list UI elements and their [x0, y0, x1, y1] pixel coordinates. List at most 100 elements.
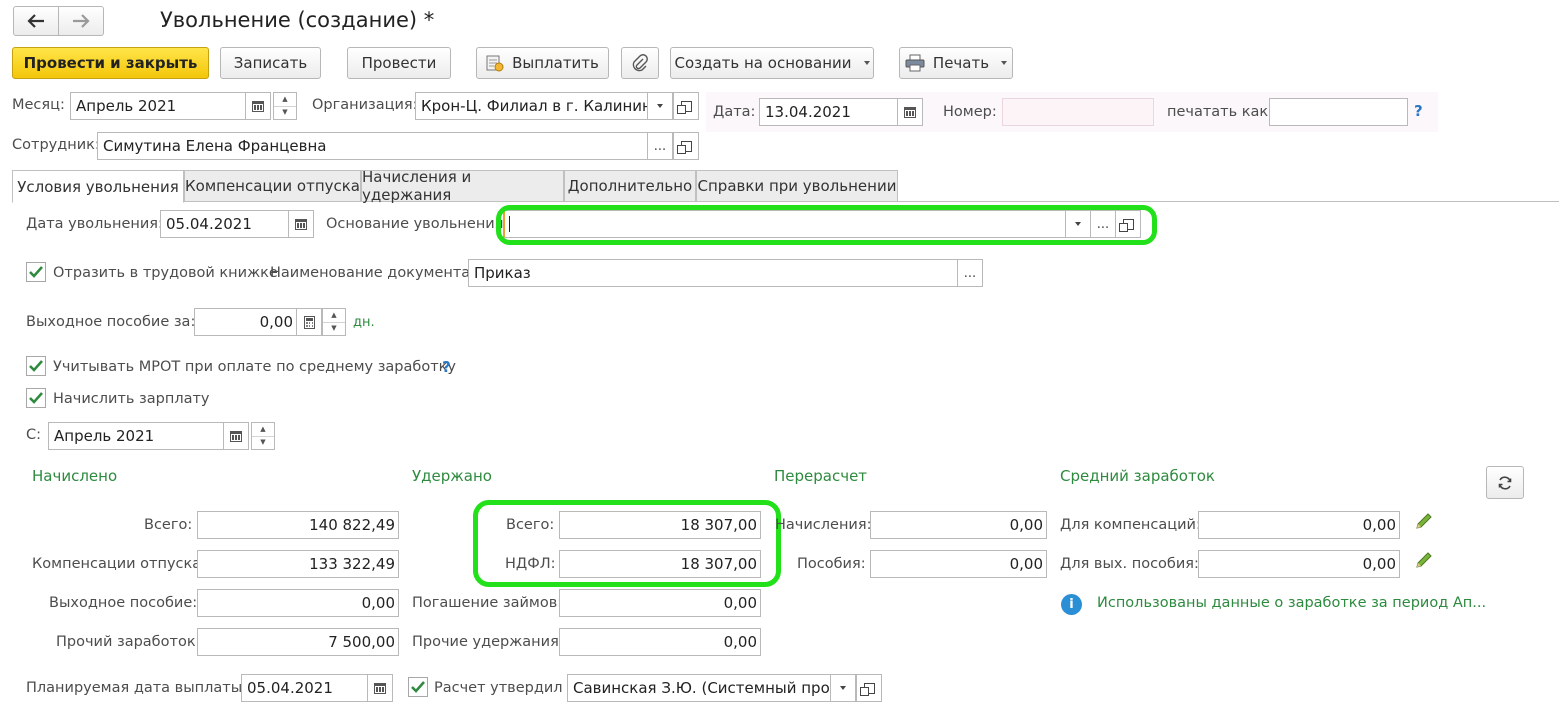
pay-date-label: Планируемая дата выплаты:: [26, 680, 248, 696]
date-field[interactable]: 13.04.2021: [759, 98, 898, 126]
organization-field[interactable]: Крон-Ц. Филиал в г. Калининграде: [415, 92, 648, 120]
calculator-icon: [303, 315, 315, 329]
document-name-select-button[interactable]: ...: [957, 259, 983, 287]
refresh-icon: [1498, 475, 1512, 490]
organization-dropdown-button[interactable]: [647, 92, 673, 120]
avg-compensation-value: 0,00: [1198, 511, 1400, 539]
tab-dismissal-certificates[interactable]: Справки при увольнении: [696, 170, 898, 202]
print-as-label: печатать как:: [1167, 104, 1274, 120]
back-button[interactable]: [13, 6, 59, 36]
number-field[interactable]: [1002, 98, 1154, 126]
accrue-salary-label: Начислить зарплату: [53, 391, 210, 407]
calendar-icon: [374, 682, 386, 694]
from-month-calendar-button[interactable]: [223, 422, 249, 450]
open-icon: [859, 682, 875, 696]
severance-unit: дн.: [353, 315, 375, 330]
print-as-field[interactable]: [1269, 98, 1408, 126]
create-based-on-button[interactable]: Создать на основании: [670, 47, 874, 79]
spin-down-icon[interactable]: ▼: [252, 435, 274, 450]
organization-open-button[interactable]: [673, 92, 699, 120]
severance-field[interactable]: 0,00: [194, 308, 297, 336]
approver-field[interactable]: Савинская З.Ю. (Системный программист): [567, 674, 831, 702]
post-and-close-button[interactable]: Провести и закрыть: [12, 47, 209, 79]
pay-button[interactable]: Выплатить: [476, 47, 609, 79]
spin-down-icon[interactable]: ▼: [323, 321, 345, 336]
severance-spinner[interactable]: ▲ ▼: [322, 308, 346, 336]
pay-date-field[interactable]: 05.04.2021: [241, 674, 368, 702]
highlight-ring-reason: [496, 205, 1157, 245]
printer-icon: [905, 54, 925, 72]
pay-date-calendar-button[interactable]: [367, 674, 393, 702]
tab-dismissal-conditions[interactable]: Условия увольнения: [12, 170, 184, 203]
write-label: Записать: [233, 54, 308, 72]
dismissal-date-field[interactable]: 05.04.2021: [160, 210, 289, 238]
window-title: Увольнение (создание) *: [160, 8, 435, 32]
post-button[interactable]: Провести: [347, 47, 451, 79]
month-label: Месяц:: [12, 97, 65, 113]
avg-severance-label: Для вых. пособия:: [1060, 556, 1199, 572]
mrot-checkbox[interactable]: [26, 356, 46, 376]
document-name-field[interactable]: Приказ: [468, 259, 958, 287]
spin-up-icon[interactable]: ▲: [252, 423, 274, 436]
avg-info-text[interactable]: Использованы данные о заработке за перио…: [1097, 595, 1486, 611]
withheld-other-value: 0,00: [559, 628, 761, 656]
reflect-workbook-checkbox[interactable]: [26, 262, 46, 282]
tab-vacation-compensation[interactable]: Компенсации отпуска: [184, 170, 361, 202]
accrued-total-value: 140 822,49: [197, 511, 399, 539]
tab-additional[interactable]: Дополнительно: [564, 170, 696, 202]
from-month-field[interactable]: Апрель 2021: [48, 422, 224, 450]
forward-arrow-icon: [73, 14, 90, 28]
edit-avg-compensation-button[interactable]: [1414, 511, 1434, 535]
accrued-severance-value: 0,00: [197, 589, 399, 617]
avg-compensation-label: Для компенсаций:: [1060, 517, 1201, 533]
approver-open-button[interactable]: [856, 674, 882, 702]
accrued-severance-label: Выходное пособие:: [49, 595, 198, 611]
post-and-close-label: Провести и закрыть: [23, 54, 198, 72]
accrue-salary-checkbox[interactable]: [26, 388, 46, 408]
print-button[interactable]: Печать: [899, 47, 1013, 79]
accrued-total-label: Всего:: [144, 517, 193, 533]
employee-label: Сотрудник:: [12, 137, 100, 153]
post-label: Провести: [361, 54, 437, 72]
calc-approved-checkbox[interactable]: [408, 677, 428, 697]
recalc-accruals-value: 0,00: [870, 511, 1047, 539]
spin-down-icon[interactable]: ▼: [274, 105, 296, 120]
dismissal-date-label: Дата увольнения:: [26, 216, 163, 232]
date-calendar-button[interactable]: [897, 98, 923, 126]
avg-earnings-section-title: Средний заработок: [1060, 467, 1215, 485]
month-spinner[interactable]: ▲ ▼: [273, 92, 297, 120]
tab-accruals-deductions[interactable]: Начисления и удержания: [361, 168, 564, 204]
write-button[interactable]: Записать: [220, 47, 321, 79]
accrued-section-title: Начислено: [32, 467, 118, 485]
avg-severance-value: 0,00: [1198, 550, 1400, 578]
info-icon: i: [1061, 594, 1082, 615]
ellipsis-icon: ...: [653, 138, 667, 154]
calc-approved-label: Расчет утвердил: [434, 680, 563, 696]
employee-select-button[interactable]: ...: [647, 132, 673, 160]
from-month-spinner[interactable]: ▲ ▼: [251, 422, 275, 450]
calendar-icon: [252, 100, 264, 112]
edit-avg-severance-button[interactable]: [1414, 550, 1434, 574]
pencil-icon: [1416, 513, 1432, 529]
from-label: С:: [26, 427, 42, 443]
checkmark-icon: [29, 266, 43, 278]
spin-up-icon[interactable]: ▲: [274, 93, 296, 106]
dismissal-date-calendar-button[interactable]: [288, 210, 314, 238]
attach-button[interactable]: [621, 47, 659, 79]
spin-up-icon[interactable]: ▲: [323, 309, 345, 322]
pay-icon: [486, 55, 504, 72]
recalc-benefits-label: Пособия:: [797, 556, 866, 572]
mrot-help-icon[interactable]: ?: [442, 358, 451, 376]
severance-label: Выходное пособие за:: [26, 314, 196, 330]
employee-open-button[interactable]: [673, 132, 699, 160]
chevron-down-icon: [1001, 61, 1008, 65]
employee-field[interactable]: Симутина Елена Францевна: [97, 132, 648, 160]
month-field[interactable]: Апрель 2021: [70, 92, 246, 120]
month-calendar-button[interactable]: [245, 92, 271, 120]
forward-button[interactable]: [58, 6, 104, 36]
refresh-button[interactable]: [1486, 466, 1524, 499]
help-icon[interactable]: ?: [1414, 102, 1423, 120]
severance-calculator-button[interactable]: [296, 308, 322, 336]
highlight-ring-withheld: [473, 500, 781, 587]
approver-dropdown-button[interactable]: [830, 674, 856, 702]
